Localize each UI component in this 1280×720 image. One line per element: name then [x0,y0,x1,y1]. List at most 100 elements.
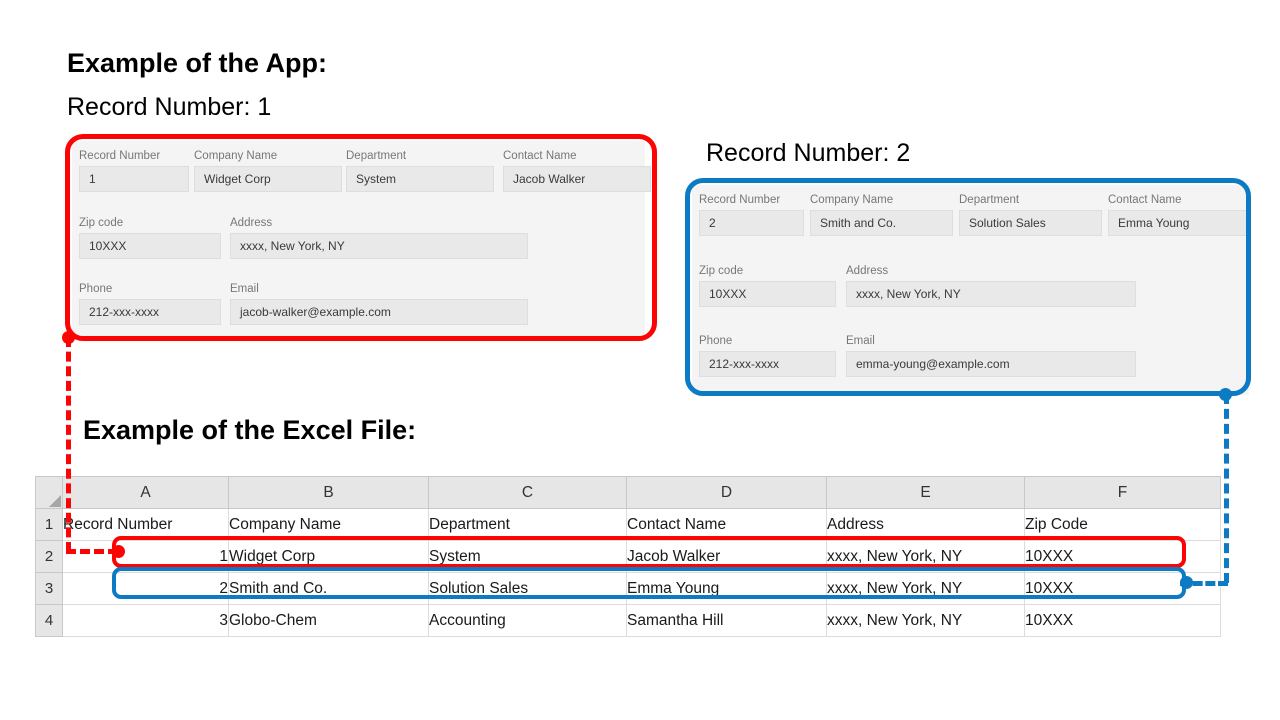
table-row: 3 2 Smith and Co. Solution Sales Emma Yo… [36,573,1221,605]
row-header-4[interactable]: 4 [36,605,63,637]
field-label-company-name: Company Name [194,149,342,163]
row-header-3[interactable]: 3 [36,573,63,605]
field-company-name-1: Company Name Widget Corp [194,149,342,192]
field-email-1: Email jacob-walker@example.com [230,282,528,325]
cell-d1[interactable]: Contact Name [627,509,827,541]
field-label-email: Email [230,282,528,296]
record-1-title: Record Number: 1 [67,93,271,122]
field-email-2: Email emma-young@example.com [846,334,1136,377]
cell-e1[interactable]: Address [827,509,1025,541]
column-header-a[interactable]: A [63,477,229,509]
cell-c1[interactable]: Department [429,509,627,541]
page-title-excel-example: Example of the Excel File: [83,415,416,446]
cell-b2[interactable]: Widget Corp [229,541,429,573]
cell-a4[interactable]: 3 [63,605,229,637]
record-2-title: Record Number: 2 [706,139,910,168]
record-form-1: Record Number 1 Company Name Widget Corp… [72,141,645,338]
field-department-2: Department Solution Sales [959,193,1102,236]
input-record-number[interactable]: 2 [699,210,804,236]
cell-c3[interactable]: Solution Sales [429,573,627,605]
field-label-record-number: Record Number [79,149,189,163]
cell-d4[interactable]: Samantha Hill [627,605,827,637]
input-company-name[interactable]: Widget Corp [194,166,342,192]
cell-b3[interactable]: Smith and Co. [229,573,429,605]
input-contact-name[interactable]: Jacob Walker [503,166,651,192]
field-label-contact-name: Contact Name [1108,193,1251,207]
input-address[interactable]: xxxx, New York, NY [230,233,528,259]
input-company-name[interactable]: Smith and Co. [810,210,953,236]
cell-c4[interactable]: Accounting [429,605,627,637]
cell-e2[interactable]: xxxx, New York, NY [827,541,1025,573]
field-label-zip-code: Zip code [79,216,221,230]
cell-d3[interactable]: Emma Young [627,573,827,605]
cell-a1[interactable]: Record Number [63,509,229,541]
cell-b4[interactable]: Globo-Chem [229,605,429,637]
input-contact-name[interactable]: Emma Young [1108,210,1251,236]
spreadsheet-table: A B C D E F 1 Record Number Company Name… [35,476,1221,637]
field-phone-1: Phone 212-xxx-xxxx [79,282,221,325]
cell-b1[interactable]: Company Name [229,509,429,541]
field-label-record-number: Record Number [699,193,804,207]
select-all-corner[interactable] [36,477,63,509]
field-label-company-name: Company Name [810,193,953,207]
field-label-zip-code: Zip code [699,264,836,278]
table-row: 1 Record Number Company Name Department … [36,509,1221,541]
field-record-number-2: Record Number 2 [699,193,804,236]
input-zip-code[interactable]: 10XXX [79,233,221,259]
table-row: 2 1 Widget Corp System Jacob Walker xxxx… [36,541,1221,573]
column-header-f[interactable]: F [1025,477,1221,509]
field-department-1: Department System [346,149,494,192]
record-form-2: Record Number 2 Company Name Smith and C… [692,185,1249,395]
field-zip-code-1: Zip code 10XXX [79,216,221,259]
input-record-number[interactable]: 1 [79,166,189,192]
excel-spreadsheet[interactable]: A B C D E F 1 Record Number Company Name… [35,476,1220,632]
cell-e4[interactable]: xxxx, New York, NY [827,605,1025,637]
field-label-address: Address [846,264,1136,278]
field-zip-code-2: Zip code 10XXX [699,264,836,307]
connector-dot-red-cell [112,545,125,558]
input-phone[interactable]: 212-xxx-xxxx [79,299,221,325]
cell-a2[interactable]: 1 [63,541,229,573]
column-header-c[interactable]: C [429,477,627,509]
cell-e3[interactable]: xxxx, New York, NY [827,573,1025,605]
input-email[interactable]: emma-young@example.com [846,351,1136,377]
field-address-1: Address xxxx, New York, NY [230,216,528,259]
input-zip-code[interactable]: 10XXX [699,281,836,307]
field-label-department: Department [959,193,1102,207]
cell-f2[interactable]: 10XXX [1025,541,1221,573]
connector-dot-red-form [62,331,75,344]
field-label-phone: Phone [79,282,221,296]
input-email[interactable]: jacob-walker@example.com [230,299,528,325]
page-title-app-example: Example of the App: [67,48,327,79]
field-record-number-1: Record Number 1 [79,149,189,192]
field-contact-name-2: Contact Name Emma Young [1108,193,1251,236]
field-label-department: Department [346,149,494,163]
cell-f4[interactable]: 10XXX [1025,605,1221,637]
field-label-phone: Phone [699,334,836,348]
field-label-address: Address [230,216,528,230]
triangle-icon [49,495,61,507]
field-address-2: Address xxxx, New York, NY [846,264,1136,307]
row-header-1[interactable]: 1 [36,509,63,541]
cell-d2[interactable]: Jacob Walker [627,541,827,573]
input-address[interactable]: xxxx, New York, NY [846,281,1136,307]
cell-c2[interactable]: System [429,541,627,573]
connector-dot-blue-form [1219,388,1232,401]
cell-f1[interactable]: Zip Code [1025,509,1221,541]
cell-a3[interactable]: 2 [63,573,229,605]
field-phone-2: Phone 212-xxx-xxxx [699,334,836,377]
input-department[interactable]: Solution Sales [959,210,1102,236]
field-contact-name-1: Contact Name Jacob Walker [503,149,651,192]
field-label-contact-name: Contact Name [503,149,651,163]
column-header-e[interactable]: E [827,477,1025,509]
column-header-b[interactable]: B [229,477,429,509]
connector-dot-blue-cell [1180,576,1193,589]
field-label-email: Email [846,334,1136,348]
connector-blue-vertical [1224,394,1229,583]
column-header-row: A B C D E F [36,477,1221,509]
column-header-d[interactable]: D [627,477,827,509]
input-phone[interactable]: 212-xxx-xxxx [699,351,836,377]
field-company-name-2: Company Name Smith and Co. [810,193,953,236]
row-header-2[interactable]: 2 [36,541,63,573]
input-department[interactable]: System [346,166,494,192]
